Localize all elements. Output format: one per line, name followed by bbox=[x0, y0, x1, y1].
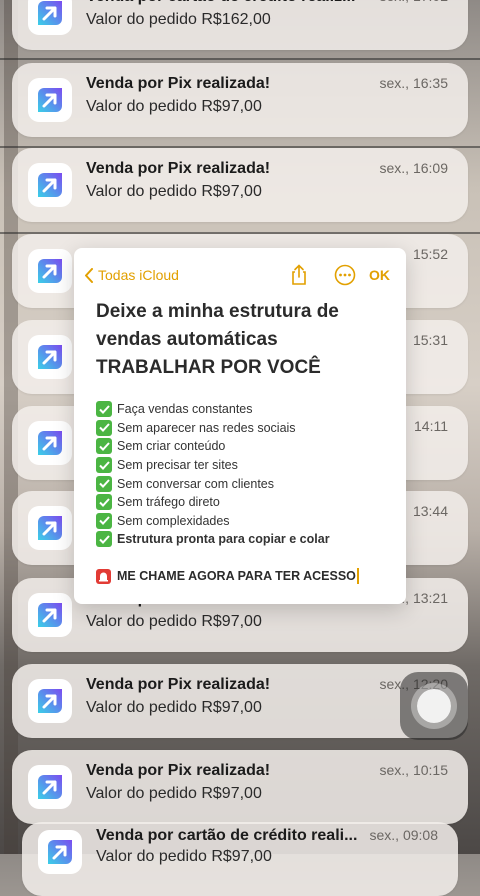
check-mark-icon bbox=[96, 457, 112, 474]
notification-card[interactable]: Venda por Pix realizada! Valor do pedido … bbox=[12, 63, 468, 137]
checklist-item-text: Estrutura pronta para copiar e colar bbox=[117, 532, 330, 547]
app-arrow-icon bbox=[28, 78, 72, 122]
checklist-item-text: Sem criar conteúdo bbox=[117, 439, 226, 454]
notification-body: Valor do pedido R$97,00 bbox=[86, 183, 262, 200]
notification-title: Venda por cartão de crédito reali... bbox=[96, 827, 358, 844]
app-arrow-icon bbox=[38, 830, 82, 874]
notification-body: Valor do pedido R$97,00 bbox=[86, 613, 262, 630]
assistive-touch-button[interactable] bbox=[400, 672, 468, 740]
checklist-item-text: Sem tráfego direto bbox=[117, 495, 220, 510]
notification-time: 14:11 bbox=[414, 418, 448, 434]
checklist-item: Sem tráfego direto bbox=[96, 493, 396, 512]
checklist-item: Sem precisar ter sites bbox=[96, 456, 396, 475]
note-cta[interactable]: ME CHAME AGORA PARA TER ACESSO bbox=[96, 568, 359, 584]
notification-time: sex., 10:15 bbox=[379, 762, 449, 778]
app-arrow-icon bbox=[28, 593, 72, 637]
back-button[interactable]: Todas iCloud bbox=[84, 267, 179, 283]
siren-icon bbox=[96, 568, 111, 584]
checklist-item-text: Faça vendas constantes bbox=[117, 402, 253, 417]
more-button[interactable] bbox=[334, 264, 356, 286]
text-cursor bbox=[356, 568, 359, 584]
notification-body: Valor do pedido R$162,00 bbox=[86, 11, 271, 28]
checklist-item-text: Sem conversar com clientes bbox=[117, 476, 275, 491]
app-arrow-icon bbox=[28, 679, 72, 723]
note-checklist[interactable]: Faça vendas constantes Sem aparecer nas … bbox=[96, 400, 396, 549]
note-heading[interactable]: Deixe a minha estrutura de vendas automá… bbox=[96, 298, 396, 382]
notification-time: 15:31 bbox=[412, 332, 448, 348]
notification-body: Valor do pedido R$97,00 bbox=[86, 785, 262, 802]
notification-time: sex., 09:08 bbox=[369, 827, 439, 843]
checklist-item: Estrutura pronta para copiar e colar bbox=[96, 530, 396, 549]
notification-time: sex., 16:09 bbox=[379, 160, 449, 176]
notification-time: sex., 16:35 bbox=[379, 75, 449, 91]
check-mark-icon bbox=[96, 475, 112, 492]
app-arrow-icon bbox=[28, 765, 72, 809]
back-label: Todas iCloud bbox=[98, 267, 179, 283]
notification-body: Valor do pedido R$97,00 bbox=[86, 699, 262, 716]
check-mark-icon bbox=[96, 512, 112, 529]
app-arrow-icon bbox=[28, 249, 72, 293]
app-arrow-icon bbox=[28, 163, 72, 207]
notification-title: Venda por Pix realizada! bbox=[86, 75, 271, 92]
note-heading-line: TRABALHAR POR VOCÊ bbox=[96, 357, 321, 378]
notes-toolbar: Todas iCloud OK bbox=[74, 264, 406, 288]
notification-time: 15:52 bbox=[412, 246, 448, 262]
notification-card[interactable]: Venda por Pix realizada! Valor do pedido … bbox=[12, 750, 468, 824]
checklist-item-text: Sem complexidades bbox=[117, 513, 230, 528]
checklist-item: Sem conversar com clientes bbox=[96, 474, 396, 493]
app-arrow-icon bbox=[28, 335, 72, 379]
notification-card[interactable]: Venda por cartão de crédito reali... Valo… bbox=[22, 822, 458, 896]
background-fence-line bbox=[0, 58, 480, 60]
checklist-item: Faça vendas constantes bbox=[96, 400, 396, 419]
notification-title: Venda por Pix realizada! bbox=[86, 762, 271, 779]
notes-card: Todas iCloud OK Deixe a minha estrutura … bbox=[74, 248, 406, 604]
checklist-item: Sem criar conteúdo bbox=[96, 437, 396, 456]
notification-card[interactable]: Venda por cartão de crédito realiz... Val… bbox=[12, 0, 468, 50]
check-mark-icon bbox=[96, 494, 112, 511]
checklist-item: Sem complexidades bbox=[96, 512, 396, 531]
notification-time: 13:44 bbox=[412, 503, 448, 519]
share-button[interactable] bbox=[290, 264, 308, 286]
notification-body: Valor do pedido R$97,00 bbox=[96, 848, 272, 865]
assistive-touch-icon bbox=[417, 689, 451, 723]
note-heading-line: Deixe a minha estrutura de bbox=[96, 301, 339, 322]
share-icon bbox=[292, 264, 306, 285]
notification-time: sex., 17:02 bbox=[380, 0, 449, 4]
checklist-item: Sem aparecer nas redes sociais bbox=[96, 419, 396, 438]
notification-title: Venda por Pix realizada! bbox=[86, 160, 271, 177]
check-mark-icon bbox=[96, 531, 112, 548]
check-mark-icon bbox=[96, 419, 112, 436]
checklist-item-text: Sem aparecer nas redes sociais bbox=[117, 420, 296, 435]
checklist-item-text: Sem precisar ter sites bbox=[117, 458, 238, 473]
notification-title: Venda por cartão de crédito realiz... bbox=[86, 0, 376, 6]
check-mark-icon bbox=[96, 401, 112, 418]
chevron-left-icon bbox=[85, 267, 93, 283]
notification-title: Venda por Pix realizada! bbox=[86, 676, 271, 693]
check-mark-icon bbox=[96, 438, 112, 455]
notification-card[interactable]: Venda por Pix realizada! Valor do pedido … bbox=[12, 148, 468, 222]
app-arrow-icon bbox=[28, 421, 72, 465]
cta-text: ME CHAME AGORA PARA TER ACESSO bbox=[117, 569, 356, 583]
more-circle-icon bbox=[334, 264, 356, 286]
note-heading-line: vendas automáticas bbox=[96, 329, 278, 350]
app-arrow-icon bbox=[28, 506, 72, 550]
app-arrow-icon bbox=[28, 0, 72, 35]
ok-button[interactable]: OK bbox=[369, 267, 390, 283]
notification-body: Valor do pedido R$97,00 bbox=[86, 98, 262, 115]
